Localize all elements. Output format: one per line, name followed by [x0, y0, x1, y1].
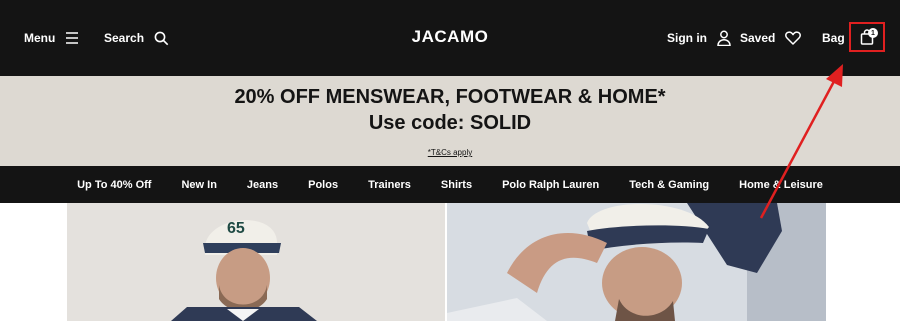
hero-image-right[interactable]	[447, 203, 826, 321]
terms-link[interactable]: *T&Cs apply	[0, 148, 900, 157]
saved-button[interactable]: Saved	[740, 28, 802, 48]
model-photo-left: 65	[67, 203, 445, 321]
sign-in-label: Sign in	[667, 31, 707, 45]
hero-section: 65	[0, 203, 900, 321]
bag-icon-button[interactable]: 1	[849, 22, 885, 52]
user-icon	[717, 30, 731, 46]
promo-code: Use code: SOLID	[368, 112, 532, 134]
nav-item-home-leisure[interactable]: Home & Leisure	[739, 179, 823, 191]
saved-label: Saved	[740, 31, 776, 45]
category-nav: Up To 40% Off New In Jeans Polos Trainer…	[0, 166, 900, 203]
bag-button[interactable]: Bag	[822, 28, 845, 48]
hero-image-left[interactable]: 65	[67, 203, 445, 321]
nav-item-new-in[interactable]: New In	[181, 179, 216, 191]
sign-in-button[interactable]: Sign in	[667, 28, 731, 48]
site-header: Menu Search JACAMO Sign in Saved Bag 1	[0, 0, 900, 76]
nav-item-tech-gaming[interactable]: Tech & Gaming	[629, 179, 709, 191]
nav-item-polos[interactable]: Polos	[308, 179, 338, 191]
bag-count-badge: 1	[868, 28, 878, 38]
nav-item-jeans[interactable]: Jeans	[247, 179, 278, 191]
promo-banner[interactable]: 20% OFF MENSWEAR, FOOTWEAR & HOME* Use c…	[0, 76, 900, 166]
promo-headline: 20% OFF MENSWEAR, FOOTWEAR & HOME*	[234, 86, 666, 108]
nav-item-trainers[interactable]: Trainers	[368, 179, 411, 191]
model-photo-right	[447, 203, 826, 321]
nav-item-polo-ralph-lauren[interactable]: Polo Ralph Lauren	[502, 179, 599, 191]
cap-number-text: 65	[227, 220, 245, 237]
nav-item-shirts[interactable]: Shirts	[441, 179, 472, 191]
bag-label: Bag	[822, 31, 845, 45]
heart-icon	[785, 31, 802, 45]
nav-item-up-to-40-off[interactable]: Up To 40% Off	[77, 179, 151, 191]
